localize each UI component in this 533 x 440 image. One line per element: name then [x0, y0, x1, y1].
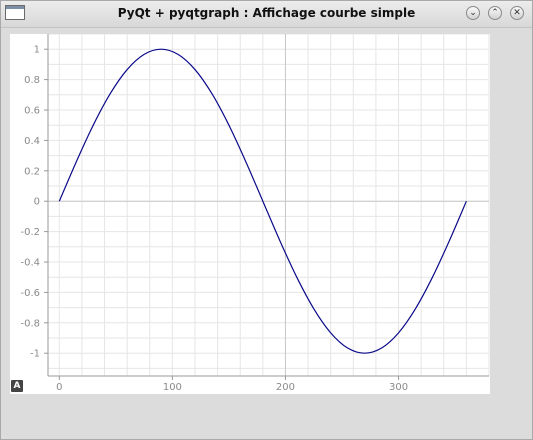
y-tick-label: 0.4: [24, 136, 40, 147]
y-tick-label: 0: [34, 197, 40, 208]
y-tick-label: -0.4: [20, 258, 40, 269]
x-tick-label: 0: [56, 382, 62, 393]
y-tick-label: 0.6: [24, 106, 40, 117]
x-tick-label: 300: [389, 382, 408, 393]
app-window: PyQt + pyqtgraph : Affichage courbe simp…: [0, 0, 533, 440]
x-tick-label: 100: [163, 382, 182, 393]
y-tick-label: -0.6: [20, 288, 40, 299]
sine-curve-plot[interactable]: 1 0.8 0.6 0.4 0.2 0 -0.2 -0.4 -0.6 -0.8 -1 0 100 200 3…: [10, 34, 490, 394]
title-bar[interactable]: PyQt + pyqtgraph : Affichage courbe simp…: [1, 1, 532, 28]
plot-widget[interactable]: 1 0.8 0.6 0.4 0.2 0 -0.2 -0.4 -0.6 -0.8 -1 0 100 200 3…: [10, 34, 490, 394]
y-tick-label: -0.2: [20, 227, 40, 238]
maximize-button[interactable]: ⌃: [488, 6, 502, 20]
window-title: PyQt + pyqtgraph : Affichage courbe simp…: [117, 6, 416, 20]
y-tick-label: -1: [30, 349, 40, 360]
y-tick-label: -0.8: [20, 318, 40, 329]
auto-range-button[interactable]: A: [11, 380, 23, 392]
minimize-button[interactable]: ⌄: [466, 6, 480, 20]
y-tick-label: 0.8: [24, 75, 40, 86]
y-tick-label: 0.2: [24, 166, 40, 177]
x-tick-label: 200: [276, 382, 295, 393]
close-button[interactable]: ✕: [510, 6, 524, 20]
y-tick-label: 1: [34, 45, 40, 56]
